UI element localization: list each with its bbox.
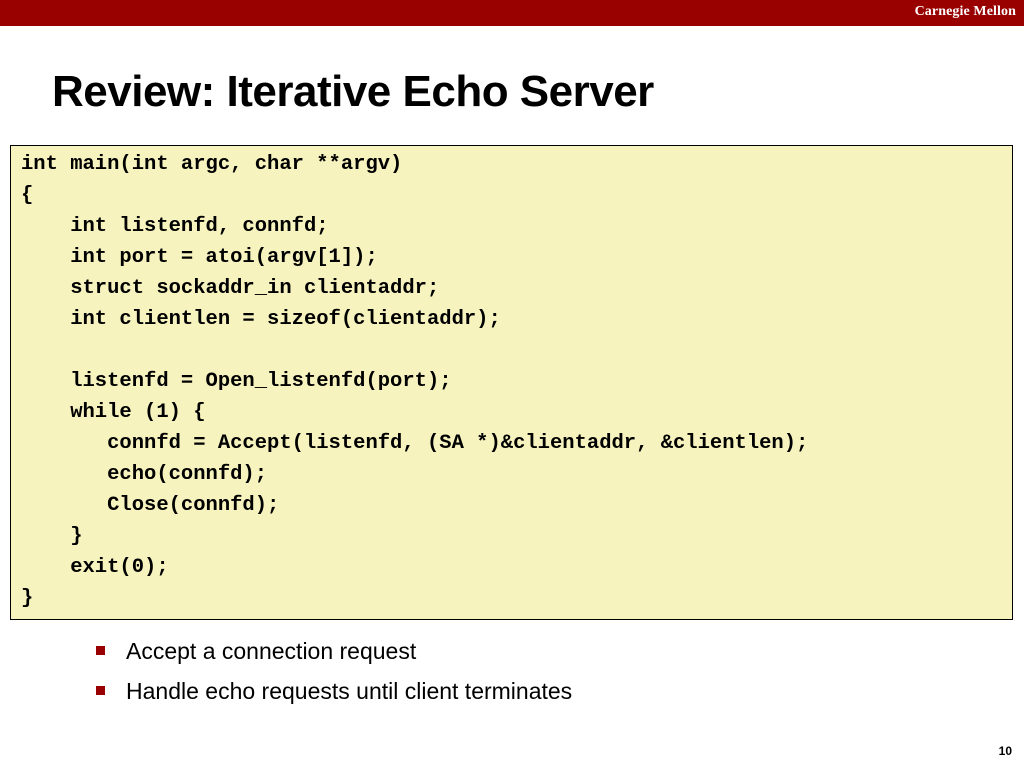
code-block: int main(int argc, char **argv) { int li… (10, 145, 1013, 620)
code-line: int port = atoi(argv[1]); (21, 246, 378, 269)
page-title: Review: Iterative Echo Server (52, 67, 654, 116)
brand-label: Carnegie Mellon (914, 4, 1016, 19)
header-bar: Carnegie Mellon (0, 0, 1024, 26)
code-line: exit(0); (21, 556, 169, 579)
code-line: } (21, 525, 83, 548)
code-line: int clientlen = sizeof(clientaddr); (21, 308, 501, 331)
code-line: while (1) { (21, 401, 206, 424)
code-line: listenfd = Open_listenfd(port); (21, 370, 452, 393)
code-line: } (21, 587, 34, 610)
slide: Carnegie Mellon Review: Iterative Echo S… (0, 0, 1024, 768)
code-line: { (21, 184, 34, 207)
code-line: int listenfd, connfd; (21, 215, 329, 238)
code-line: connfd = Accept(listenfd, (SA *)&clienta… (21, 432, 809, 455)
code-line: Close(connfd); (21, 494, 280, 517)
bullet-text: Handle echo requests until client termin… (126, 678, 573, 704)
square-bullet-icon (96, 686, 105, 695)
page-number: 10 (998, 744, 1012, 758)
square-bullet-icon (96, 646, 105, 655)
code-line: echo(connfd); (21, 463, 268, 486)
code-line: int main(int argc, char **argv) (21, 153, 403, 176)
bullet-text: Accept a connection request (126, 638, 417, 664)
code-line: struct sockaddr_in clientaddr; (21, 277, 440, 300)
